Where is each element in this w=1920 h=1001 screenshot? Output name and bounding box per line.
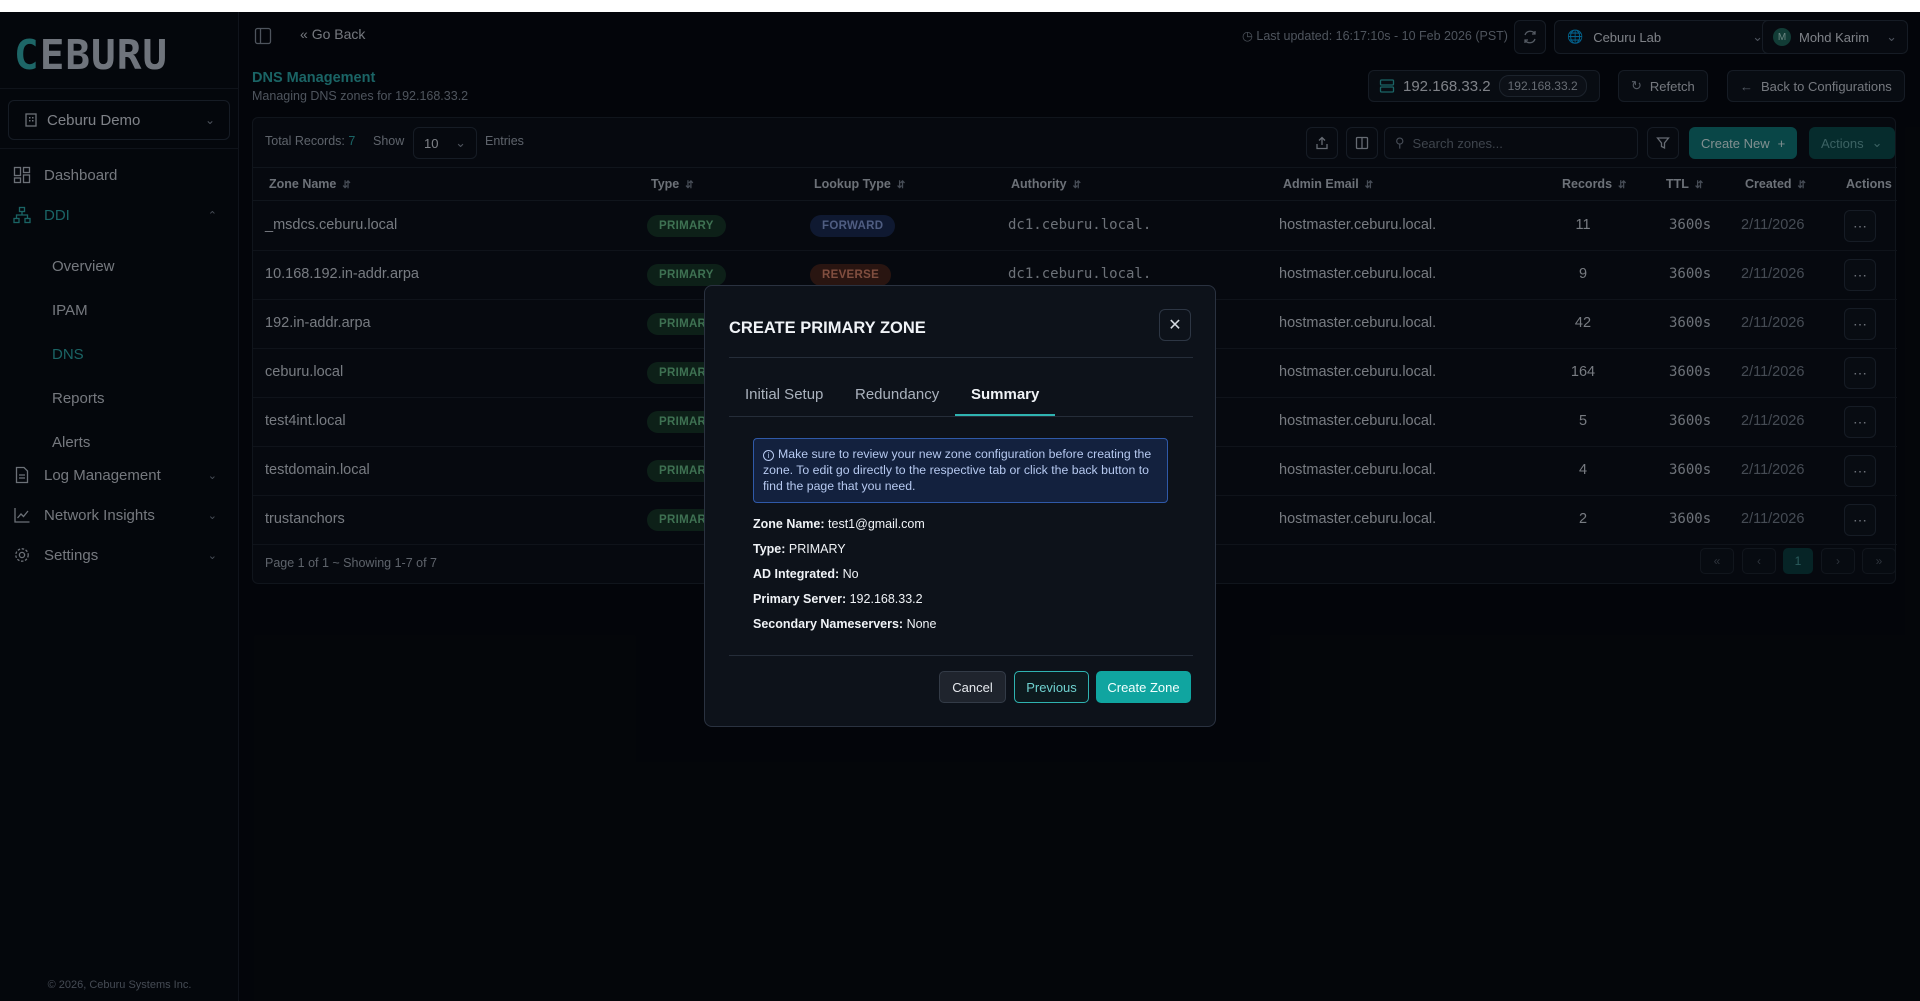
tab-initial-setup[interactable]: Initial Setup [745,386,823,403]
summary-item: Primary Server: 192.168.33.2 [753,592,923,606]
active-tab-indicator [955,414,1055,416]
close-icon: ✕ [1168,317,1182,334]
info-alert: i Make sure to review your new zone confi… [753,438,1168,503]
info-text: Make sure to review your new zone config… [763,447,1152,493]
cancel-button[interactable]: Cancel [939,671,1006,703]
summary-value: test1@gmail.com [828,517,925,531]
summary-value: None [906,617,937,631]
summary-value: No [842,567,859,581]
summary-item: AD Integrated: No [753,567,859,581]
summary-item: Zone Name: test1@gmail.com [753,517,925,531]
summary-label: Primary Server: [753,592,847,606]
top-strip [0,0,1920,12]
create-zone-button[interactable]: Create Zone [1096,671,1191,703]
create-primary-zone-dialog: CREATE PRIMARY ZONE ✕ Initial Setup Redu… [704,285,1216,727]
close-button[interactable]: ✕ [1159,309,1191,341]
summary-label: Zone Name: [753,517,825,531]
divider [729,655,1193,656]
summary-item: Secondary Nameservers: None [753,617,936,631]
tab-summary[interactable]: Summary [971,386,1039,403]
summary-item: Type: PRIMARY [753,542,846,556]
tab-redundancy[interactable]: Redundancy [855,386,939,403]
summary-value: 192.168.33.2 [849,592,923,606]
info-icon: i [763,450,774,461]
tab-baseline [729,416,1193,417]
summary-value: PRIMARY [788,542,846,556]
summary-label: Secondary Nameservers: [753,617,904,631]
divider [729,357,1193,358]
dialog-title: CREATE PRIMARY ZONE [729,319,926,337]
previous-button[interactable]: Previous [1014,671,1089,703]
summary-label: Type: [753,542,786,556]
summary-label: AD Integrated: [753,567,840,581]
